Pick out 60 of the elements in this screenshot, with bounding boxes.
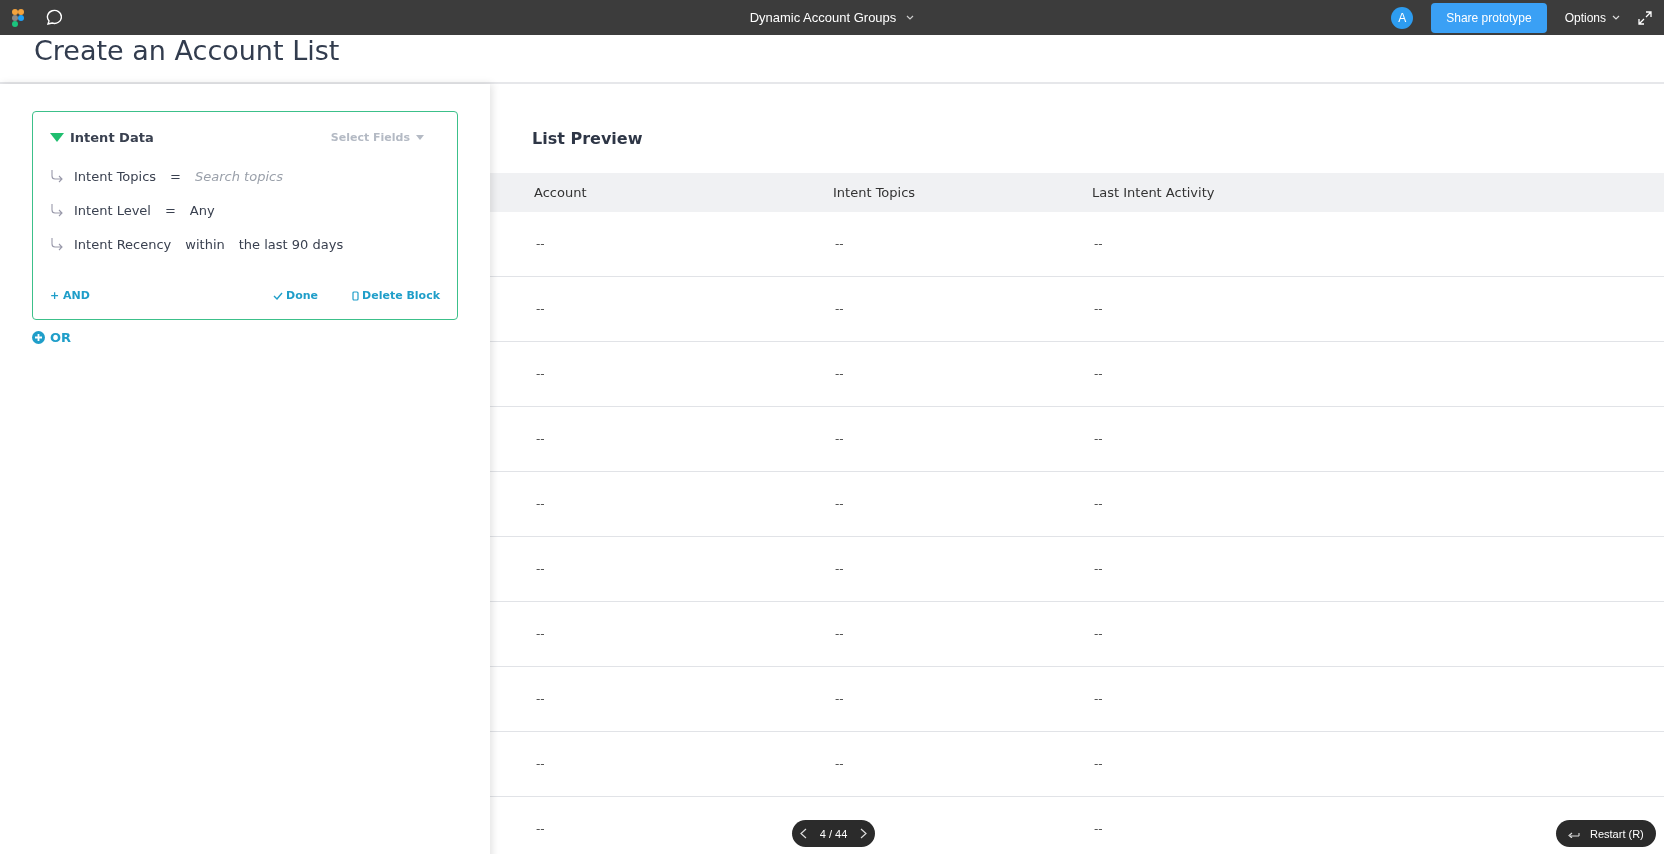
options-menu[interactable]: Options [1564,10,1606,25]
trash-icon [352,290,360,301]
table-cell: -- [536,822,545,836]
table-cell: -- [835,237,844,251]
field-label: Intent Level [74,202,151,218]
operator-label[interactable]: within [185,236,225,252]
section-title: List Preview [532,129,644,148]
table-cell: -- [536,367,545,381]
table-cell: -- [536,562,545,576]
table-cell: -- [536,302,545,316]
table-cell: -- [1094,367,1103,381]
table-cell: -- [1094,432,1103,446]
table-cell: -- [835,497,844,511]
table-cell: -- [536,627,545,641]
plus-circle-icon [32,331,45,344]
branch-arrow-icon [50,237,64,251]
restart-button[interactable]: Restart (R) [1556,820,1656,847]
table-cell: -- [835,432,844,446]
file-title[interactable]: Dynamic Account Groups [749,10,897,25]
comment-icon[interactable] [44,9,62,26]
table-cell: -- [1094,562,1103,576]
value-label[interactable]: Any [189,202,215,218]
page-counter: 4 / 44 [819,827,848,840]
chevron-down-icon[interactable] [906,14,915,21]
table-cell: -- [835,757,844,771]
table-cell: -- [1094,627,1103,641]
table-cell: -- [835,302,844,316]
table-cell: -- [536,497,545,511]
table-cell: -- [835,367,844,381]
chevron-right-icon[interactable] [860,828,867,839]
table-cell: -- [1094,497,1103,511]
block-title: Intent Data [70,130,154,145]
page-title: Create an Account List [34,35,341,67]
column-header: Last Intent Activity [1092,185,1216,200]
fullscreen-icon[interactable] [1638,10,1652,25]
figma-logo-icon[interactable] [12,8,24,27]
branch-arrow-icon [50,169,64,183]
table-cell: -- [1094,237,1103,251]
chevron-left-icon[interactable] [800,828,807,839]
table-cell: -- [536,757,545,771]
table-cell: -- [1094,822,1103,836]
field-label: Intent Recency [74,236,172,252]
branch-arrow-icon [50,203,64,217]
operator-label[interactable]: = [164,202,176,218]
column-header: Account [534,185,588,200]
checkmark-icon [273,291,284,300]
table-cell: -- [835,627,844,641]
chevron-down-icon[interactable] [1612,14,1620,21]
table-cell: -- [835,692,844,706]
operator-label[interactable]: = [170,168,181,184]
table-cell: -- [536,692,545,706]
field-label: Intent Topics [74,168,157,184]
value-label[interactable]: the last 90 days [238,236,344,252]
table-cell: -- [835,562,844,576]
table-cell: -- [1094,692,1103,706]
table-cell: -- [536,432,545,446]
column-header: Intent Topics [833,185,917,200]
table-cell: -- [1094,757,1103,771]
table-cell: -- [1094,302,1103,316]
table-cell: -- [536,237,545,251]
